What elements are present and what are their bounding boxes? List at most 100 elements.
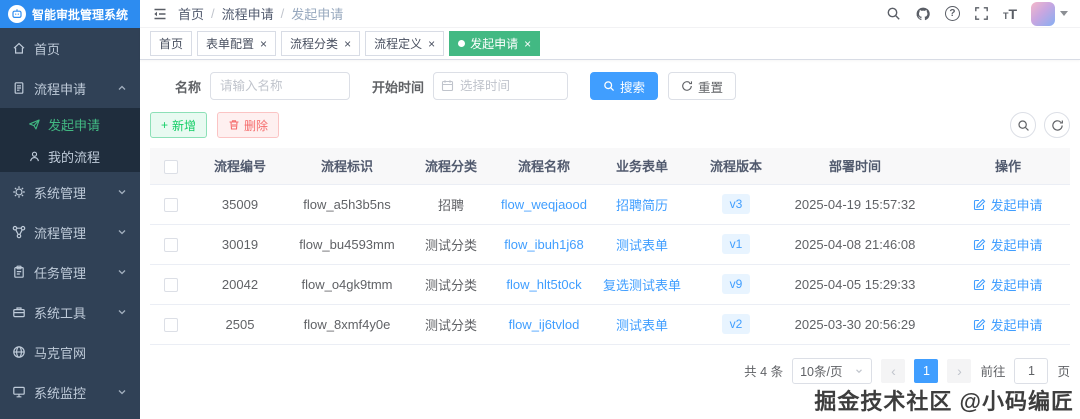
delete-button[interactable]: 删除 [217,112,280,138]
tab-home[interactable]: 首页 [150,31,193,56]
initiate-apply-link[interactable]: 发起申请 [973,235,1043,254]
home-icon [13,42,25,54]
user-icon [30,151,39,161]
top-navbar: 首页 / 流程申请 / 发起申请 ? TT [140,0,1080,28]
refresh-button[interactable] [1044,112,1070,138]
reset-button[interactable]: 重置 [668,72,737,100]
calendar-icon [441,80,454,92]
process-name-link[interactable]: flow_ibuh1j68 [504,237,584,252]
prev-page-button[interactable]: ‹ [881,358,906,383]
search-form: 名称 开始时间 搜索 重置 [150,72,1070,100]
col-process-category: 流程分类 [406,148,496,185]
sidebar-item-label: 系统工具 [34,305,87,321]
cell-process-no: 20042 [192,264,288,305]
sidebar-item-label: 流程管理 [34,225,87,241]
active-tab-dot [458,40,466,47]
search-button[interactable]: 搜索 [590,72,659,100]
sidebar-item-system-tools[interactable]: 系统工具 [0,292,140,332]
initiate-apply-link[interactable]: 发起申请 [973,275,1043,294]
sidebar-item-label: 首页 [34,41,61,57]
page-number-button[interactable]: 1 [914,358,939,383]
col-operation: 操作 [930,148,1070,185]
name-label: 名称 [175,79,202,95]
table-row[interactable]: 35009 flow_a5h3b5ns 招聘 flow_weqjaood 招聘简… [150,184,1070,225]
breadcrumb-home[interactable]: 首页 [178,4,204,23]
business-form-link[interactable]: 招聘简历 [616,198,668,213]
document-icon [14,82,24,94]
app-title: 智能审批管理系统 [32,7,129,22]
sidebar-item-home[interactable]: 首页 [0,28,140,68]
close-icon[interactable]: × [524,38,531,50]
sidebar-item-initiate-apply[interactable]: 发起申请 [0,108,140,140]
edit-square-icon [974,238,986,250]
collapse-sidebar-icon[interactable] [152,6,168,22]
refresh-icon [1051,119,1063,131]
row-checkbox[interactable] [164,317,178,332]
sidebar-item-system-mgmt[interactable]: 系统管理 [0,172,140,212]
tab-initiate-apply[interactable]: 发起申请 × [449,31,541,56]
select-all-checkbox[interactable] [164,159,178,174]
tab-process-category[interactable]: 流程分类 × [281,31,361,56]
fullscreen-icon[interactable] [974,6,989,21]
next-page-button[interactable]: › [947,358,972,383]
page-content: 名称 开始时间 搜索 重置 + [140,60,1080,419]
business-form-link[interactable]: 测试表单 [616,238,668,253]
initiate-apply-link[interactable]: 发起申请 [973,315,1043,334]
search-icon[interactable] [886,6,901,21]
sidebar-item-official-site[interactable]: 马克官网 [0,332,140,372]
user-avatar-menu[interactable] [1031,1,1068,26]
breadcrumb-process-apply[interactable]: 流程申请 [222,4,274,23]
question-icon[interactable]: ? [944,6,960,21]
close-icon[interactable]: × [428,38,435,50]
close-icon[interactable]: × [344,38,351,50]
goto-page-input[interactable] [1014,357,1049,384]
avatar [1031,1,1055,26]
breadcrumb-separator: / [280,6,285,21]
sidebar-menu: 首页 流程申请 发起申请 我的流程 系统管理 流程管理 任务管理 系统工具 马克… [0,28,140,419]
col-deploy-time: 部署时间 [780,148,930,185]
watermark: 掘金技术社区 @小码编匠 [814,389,1074,414]
process-name-link[interactable]: flow_hlt5t0ck [506,277,581,292]
row-checkbox[interactable] [164,197,178,212]
business-form-link[interactable]: 测试表单 [616,318,668,333]
table-row[interactable]: 2505 flow_8xmf4y0e 测试分类 flow_ij6tvlod 测试… [150,304,1070,345]
close-icon[interactable]: × [260,38,267,50]
sidebar-item-process-apply[interactable]: 流程申请 [0,68,140,108]
chevron-down-icon [118,390,126,395]
row-checkbox[interactable] [164,237,178,252]
sidebar-item-label: 发起申请 [48,117,101,133]
table-row[interactable]: 30019 flow_bu4593mm 测试分类 flow_ibuh1j68 测… [150,224,1070,265]
sidebar-item-process-mgmt[interactable]: 流程管理 [0,212,140,252]
version-badge: v1 [721,234,751,254]
name-input[interactable] [210,72,351,100]
initiate-apply-link[interactable]: 发起申请 [973,195,1043,214]
table-row[interactable]: 20042 flow_o4gk9tmm 测试分类 flow_hlt5t0ck 复… [150,264,1070,305]
edit-square-icon [974,318,986,330]
chevron-down-icon [118,270,126,275]
cell-deploy-time: 2025-04-19 15:57:32 [780,184,930,225]
gear-icon [13,186,25,198]
sidebar-item-label: 我的流程 [48,149,101,165]
row-checkbox[interactable] [164,277,178,292]
github-icon[interactable] [915,6,931,22]
cell-process-category: 招聘 [406,184,496,225]
app-window: 智能审批管理系统 首页 流程申请 发起申请 我的流程 系统管理 流程管理 任务管… [0,0,1080,419]
tab-form-config[interactable]: 表单配置 × [197,31,277,56]
chevron-down-icon [856,368,863,373]
toggle-search-button[interactable] [1010,112,1036,138]
business-form-link[interactable]: 复选测试表单 [603,278,681,293]
process-name-link[interactable]: flow_weqjaood [501,197,587,212]
goto-unit-label: 页 [1057,365,1070,379]
breadcrumb-separator: / [211,6,215,21]
process-name-link[interactable]: flow_ij6tvlod [509,317,580,332]
sidebar-item-system-monitor[interactable]: 系统监控 [0,372,140,412]
start-time-label: 开始时间 [372,79,425,95]
font-size-icon[interactable]: TT [1003,7,1017,21]
app-logo[interactable]: 智能审批管理系统 [0,0,140,28]
table-header-row: 流程编号 流程标识 流程分类 流程名称 业务表单 流程版本 部署时间 操作 [150,148,1070,185]
add-button[interactable]: + 新增 [150,112,208,138]
sidebar-item-task-mgmt[interactable]: 任务管理 [0,252,140,292]
tab-process-definition[interactable]: 流程定义 × [365,31,445,56]
sidebar-item-my-process[interactable]: 我的流程 [0,140,140,172]
page-size-select[interactable]: 10条/页 [792,357,873,384]
